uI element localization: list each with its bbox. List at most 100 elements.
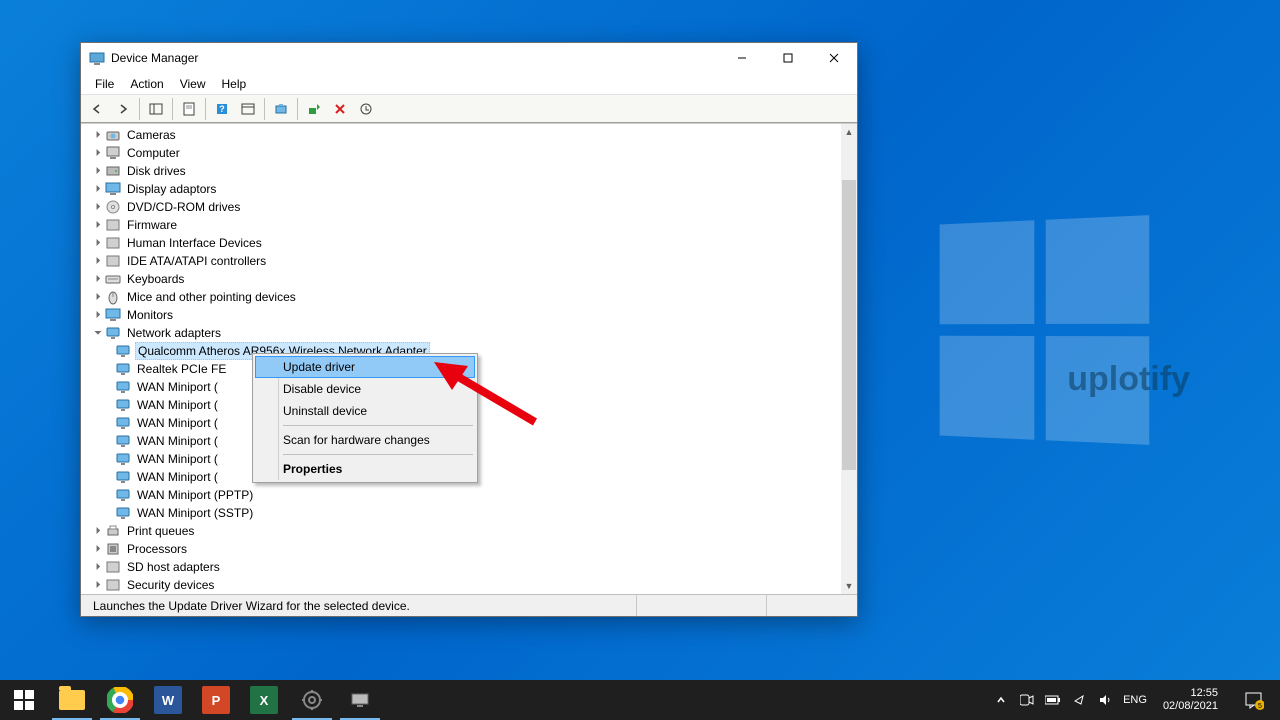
expand-icon[interactable]: ⏵ <box>91 148 105 159</box>
expand-icon[interactable]: ⏷ <box>91 328 105 339</box>
tree-category-processors[interactable]: ⏵Processors <box>81 540 841 558</box>
taskbar-powerpoint[interactable]: P <box>192 680 240 720</box>
disk-icon <box>105 163 121 179</box>
tree-label: Print queues <box>125 523 196 539</box>
tray-notifications[interactable]: 5 <box>1234 680 1274 720</box>
tree-label: WAN Miniport ( <box>135 397 220 413</box>
ctx-properties[interactable]: Properties <box>255 458 475 480</box>
tree-label: Disk drives <box>125 163 188 179</box>
ctx-scan-hardware[interactable]: Scan for hardware changes <box>255 429 475 451</box>
tree-label: Keyboards <box>125 271 186 287</box>
menu-help[interactable]: Help <box>214 75 255 93</box>
taskbar-file-explorer[interactable] <box>48 680 96 720</box>
taskbar-excel[interactable]: X <box>240 680 288 720</box>
tree-category-keyboards[interactable]: ⏵ Keyboards <box>81 270 841 288</box>
vertical-scrollbar[interactable]: ▲ ▼ <box>841 124 857 594</box>
tree-device-item[interactable]: WAN Miniport (PPTP) <box>81 486 841 504</box>
tree-category-firmware[interactable]: ⏵ Firmware <box>81 216 841 234</box>
taskbar-word[interactable]: W <box>144 680 192 720</box>
tree-label: Monitors <box>125 307 175 323</box>
network-adapter-icon <box>115 361 131 377</box>
tray-meet-now-icon[interactable] <box>1019 692 1035 708</box>
expand-icon[interactable]: ⏵ <box>91 562 105 573</box>
toolbar-forward-button[interactable] <box>111 97 135 121</box>
taskbar-settings[interactable] <box>288 680 336 720</box>
tray-language[interactable]: ENG <box>1123 694 1147 706</box>
toolbar-properties-button[interactable] <box>177 97 201 121</box>
network-adapter-icon <box>115 379 131 395</box>
close-button[interactable] <box>811 43 857 73</box>
expand-icon[interactable]: ⏵ <box>91 544 105 555</box>
tree-category-hid[interactable]: ⏵Human Interface Devices <box>81 234 841 252</box>
tree-category-mice[interactable]: ⏵Mice and other pointing devices <box>81 288 841 306</box>
watermark-text: uplotify <box>1067 360 1190 399</box>
context-menu: Update driver Disable device Uninstall d… <box>252 353 478 483</box>
tray-volume-icon[interactable] <box>1097 692 1113 708</box>
tray-notif-count: 5 <box>1258 703 1262 710</box>
menu-view[interactable]: View <box>172 75 214 93</box>
mouse-icon <box>105 289 121 305</box>
ctx-uninstall-device[interactable]: Uninstall device <box>255 400 475 422</box>
ctx-update-driver[interactable]: Update driver <box>255 356 475 378</box>
toolbar-disable-button[interactable] <box>354 97 378 121</box>
expand-icon[interactable]: ⏵ <box>91 184 105 195</box>
tree-label: Firmware <box>125 217 179 233</box>
expand-icon[interactable]: ⏵ <box>91 202 105 213</box>
tray-clock[interactable]: 12:55 02/08/2021 <box>1157 687 1224 713</box>
toolbar-uninstall-button[interactable] <box>328 97 352 121</box>
start-button[interactable] <box>0 680 48 720</box>
tree-category-sd[interactable]: ⏵SD host adapters <box>81 558 841 576</box>
expand-icon[interactable]: ⏵ <box>91 238 105 249</box>
tree-category-network[interactable]: ⏷Network adapters <box>81 324 841 342</box>
scroll-thumb[interactable] <box>842 180 856 470</box>
network-adapter-icon <box>115 433 131 449</box>
tree-device-item[interactable]: WAN Miniport (SSTP) <box>81 504 841 522</box>
network-adapter-icon <box>115 487 131 503</box>
tray-network-icon[interactable] <box>1071 692 1087 708</box>
taskbar-device-manager[interactable] <box>336 680 384 720</box>
titlebar[interactable]: Device Manager <box>81 43 857 73</box>
maximize-button[interactable] <box>765 43 811 73</box>
menu-action[interactable]: Action <box>122 75 171 93</box>
expand-icon[interactable]: ⏵ <box>91 292 105 303</box>
tray-show-hidden-icon[interactable] <box>993 692 1009 708</box>
tray-time: 12:55 <box>1163 687 1218 700</box>
toolbar-help-button[interactable]: ? <box>210 97 234 121</box>
tree-label: Security devices <box>125 577 216 593</box>
expand-icon[interactable]: ⏵ <box>91 526 105 537</box>
tree-category-display[interactable]: ⏵Display adaptors <box>81 180 841 198</box>
network-adapter-icon <box>115 505 131 521</box>
scroll-up-button[interactable]: ▲ <box>841 124 857 140</box>
minimize-button[interactable] <box>719 43 765 73</box>
scroll-down-button[interactable]: ▼ <box>841 578 857 594</box>
ctx-separator <box>283 425 473 426</box>
tree-category-security[interactable]: ⏵ Security devices <box>81 576 841 594</box>
tree-category-dvd[interactable]: ⏵DVD/CD-ROM drives <box>81 198 841 216</box>
expand-icon[interactable]: ⏵ <box>91 130 105 141</box>
tray-battery-icon[interactable] <box>1045 692 1061 708</box>
tree-category-disk[interactable]: ⏵ Disk drives <box>81 162 841 180</box>
ctx-disable-device[interactable]: Disable device <box>255 378 475 400</box>
toolbar-scan-button[interactable] <box>269 97 293 121</box>
expand-icon[interactable]: ⏵ <box>91 166 105 177</box>
toolbar-update-driver-button[interactable] <box>302 97 326 121</box>
expand-icon[interactable]: ⏵ <box>91 220 105 231</box>
toolbar-show-hide-console-button[interactable] <box>144 97 168 121</box>
tree-category-monitors[interactable]: ⏵ Monitors <box>81 306 841 324</box>
tree-category-cameras[interactable]: ⏵Cameras <box>81 126 841 144</box>
toolbar-actions-button[interactable] <box>236 97 260 121</box>
window-title: Device Manager <box>111 51 198 65</box>
device-manager-window: Device Manager File Action View Help ? ⏵… <box>80 42 858 617</box>
tree-category-print[interactable]: ⏵ Print queues <box>81 522 841 540</box>
menu-file[interactable]: File <box>87 75 122 93</box>
tree-category-ide[interactable]: ⏵IDE ATA/ATAPI controllers <box>81 252 841 270</box>
toolbar-back-button[interactable] <box>85 97 109 121</box>
expand-icon[interactable]: ⏵ <box>91 274 105 285</box>
expand-icon[interactable]: ⏵ <box>91 310 105 321</box>
tree-category-computer[interactable]: ⏵Computer <box>81 144 841 162</box>
taskbar-chrome[interactable] <box>96 680 144 720</box>
taskbar[interactable]: W P X ENG 12:55 02/08/2021 5 <box>0 680 1280 720</box>
expand-icon[interactable]: ⏵ <box>91 256 105 267</box>
expand-icon[interactable]: ⏵ <box>91 580 105 591</box>
toolbar: ? <box>81 95 857 123</box>
